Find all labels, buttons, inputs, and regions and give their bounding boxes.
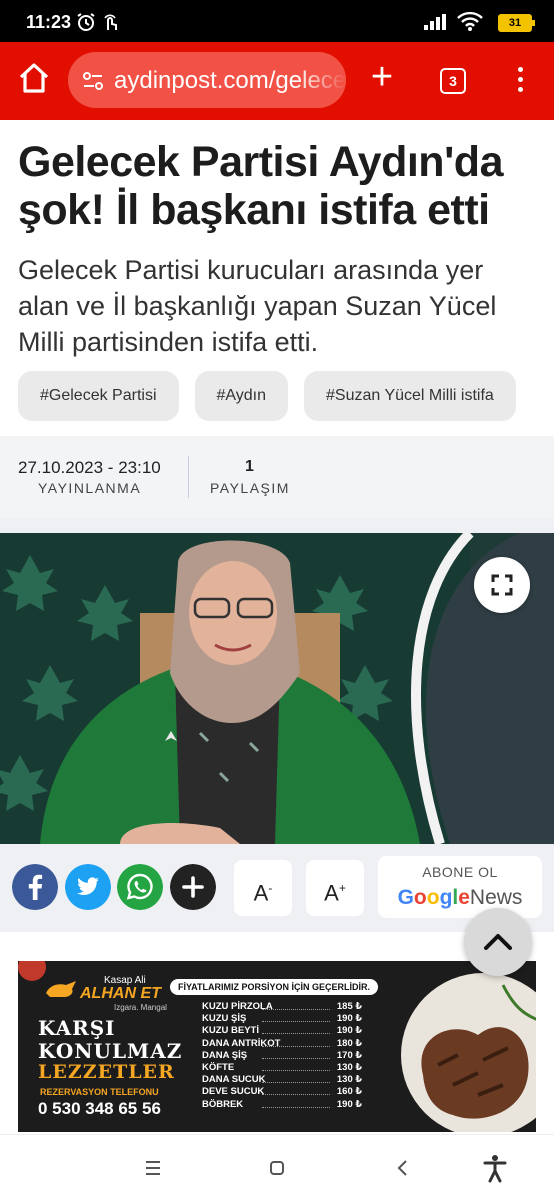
tag-list: #Gelecek Partisi #Aydın #Suzan Yücel Milli… <box>18 371 554 421</box>
tab-switcher-button[interactable]: 3 <box>440 68 466 94</box>
font-increase-button[interactable]: A+ <box>306 860 364 916</box>
system-nav-bar <box>0 1134 554 1201</box>
article-photo <box>0 533 554 844</box>
address-bar[interactable]: aydinpost.com/gelecek <box>68 52 346 108</box>
ram-logo-icon <box>46 981 76 997</box>
ad-headline-2: KONULMAZ <box>38 1039 183 1063</box>
site-settings-icon[interactable] <box>82 70 104 92</box>
twitter-share-icon[interactable] <box>65 864 111 910</box>
share-toolbar: A- A+ ABONE OL GoogleNews <box>0 844 554 932</box>
tag-item[interactable]: #Aydın <box>194 371 289 421</box>
wifi-icon <box>457 11 483 31</box>
scroll-to-top-icon[interactable] <box>464 908 532 976</box>
article-meta: 27.10.2023 - 23:10 YAYINLANMA 1 PAYLAŞIM <box>0 436 554 518</box>
ad-menu-item: KUZU PİRZOLA 185 ₺ <box>202 1001 362 1012</box>
meta-divider <box>188 456 189 498</box>
ad-phone: 0 530 348 65 56 <box>38 1099 161 1118</box>
tag-item[interactable]: #Gelecek Partisi <box>18 371 179 421</box>
recents-icon[interactable] <box>138 1153 168 1183</box>
overflow-menu-icon[interactable] <box>510 64 530 96</box>
grilled-meat-image <box>401 973 536 1132</box>
google-news-subscribe-button[interactable]: ABONE OL GoogleNews <box>378 856 542 918</box>
fullscreen-icon[interactable] <box>474 557 530 613</box>
ad-reservation-label: REZERVASYON TELEFONU <box>40 1087 159 1097</box>
ad-menu-item: DANA SUCUK 130 ₺ <box>202 1074 362 1086</box>
ad-brand-sub: Izgara. Mangal <box>114 1003 167 1012</box>
tag-item[interactable]: #Suzan Yücel Milli istifa <box>304 371 516 421</box>
signal-icon <box>424 14 448 30</box>
home-nav-icon[interactable] <box>262 1153 292 1183</box>
facebook-share-icon[interactable] <box>12 864 58 910</box>
alarm-icon <box>77 13 95 31</box>
google-news-logo: GoogleNews <box>397 886 523 909</box>
ad-price-notice: FİYATLARIMIZ PORSİYON İÇİN GEÇERLİDİR. <box>170 979 379 995</box>
advertisement-banner[interactable]: Kasap Ali ALHAN ET Izgara. Mangal KARŞI … <box>18 961 536 1132</box>
font-decrease-button[interactable]: A- <box>234 860 292 916</box>
ad-menu-item: DANA ŞİŞ 170 ₺ <box>202 1049 362 1061</box>
publish-date-label: YAYINLANMA <box>38 480 142 496</box>
battery-icon: 31 <box>498 14 535 32</box>
ad-menu-item: DANA ANTRİKOT 180 ₺ <box>202 1037 362 1049</box>
ad-menu-item: KUZU BEYTİ 190 ₺ <box>202 1025 362 1037</box>
status-time: 11:23 <box>26 12 72 32</box>
back-icon[interactable] <box>388 1153 418 1183</box>
whatsapp-share-icon[interactable] <box>117 864 163 910</box>
status-bar: 11:23 31 <box>0 0 554 42</box>
ad-headline-3: LEZZETLER <box>38 1061 175 1083</box>
ad-brand: ALHAN ET <box>80 985 161 1002</box>
article-summary: Gelecek Partisi kurucuları arasında yer … <box>18 255 497 357</box>
ad-menu-list: KUZU PİRZOLA 185 ₺ KUZU ŞİŞ 190 ₺ KUZU BEY… <box>202 1001 362 1111</box>
gesture-icon <box>104 14 117 30</box>
ad-menu-item: BÖBREK 190 ₺ <box>202 1098 362 1110</box>
publish-date: 27.10.2023 - 23:10 <box>18 458 161 477</box>
share-count: 1 <box>245 458 254 475</box>
ad-menu-item: KÖFTE 130 ₺ <box>202 1061 362 1073</box>
browser-toolbar: aydinpost.com/gelecek + 3 <box>0 42 554 120</box>
ad-headline-1: KARŞI <box>38 1016 116 1040</box>
ad-menu-item: DEVE SUCUK 160 ₺ <box>202 1086 362 1098</box>
more-share-icon[interactable] <box>170 864 216 910</box>
article-title: Gelecek Partisi Aydın'da şok! İl başkanı… <box>18 138 503 234</box>
accessibility-icon[interactable] <box>480 1153 510 1183</box>
home-icon[interactable] <box>16 60 52 96</box>
subscribe-label: ABONE OL <box>422 864 498 880</box>
share-count-label: PAYLAŞIM <box>210 480 290 496</box>
ad-menu-item: KUZU ŞİŞ 190 ₺ <box>202 1013 362 1025</box>
new-tab-button[interactable]: + <box>366 58 398 96</box>
